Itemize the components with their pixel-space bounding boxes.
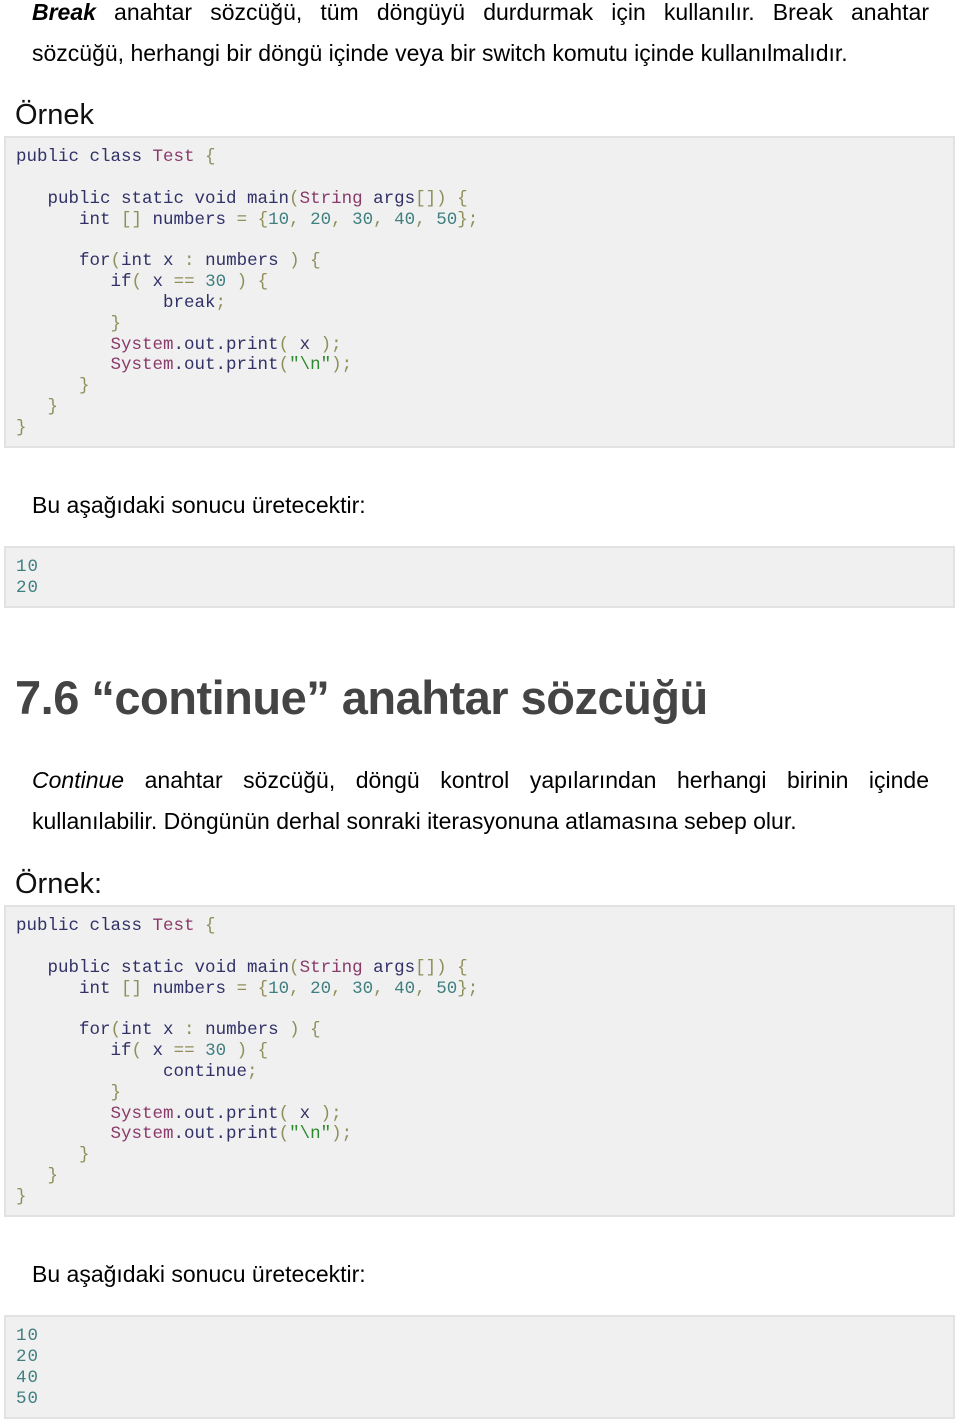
result-label-1: Bu aşağıdaki sonucu üretecektir: [32, 492, 366, 518]
output-line: 50 [16, 1389, 40, 1409]
code-listing: public class Test { public static void m… [16, 147, 479, 438]
continue-line-2: kullanılabilir. Döngünün derhal sonraki … [32, 808, 797, 834]
output-line: 20 [16, 578, 40, 598]
continue-keyword: Continue [32, 767, 125, 793]
output-block-break: 10 20 [4, 546, 955, 608]
section-heading: 7.6 “continue” anahtar sözcüğü [15, 671, 708, 724]
output-line: 40 [16, 1368, 40, 1388]
continue-paragraph: Continue anahtar sözcüğü, döngü kontrol … [32, 760, 929, 842]
intro-line-2: sözcüğü, herhangi bir döngü içinde veya … [32, 40, 848, 66]
code-listing: public class Test { public static void m… [16, 916, 479, 1207]
output-line: 10 [16, 1326, 40, 1346]
code-block-continue: public class Test { public static void m… [4, 905, 955, 1217]
intro-paragraph: Break anahtar sözcüğü, tüm döngüyü durdu… [32, 0, 929, 74]
output-line: 10 [16, 557, 40, 577]
intro-line-1: Break anahtar sözcüğü, tüm döngüyü durdu… [32, 0, 929, 25]
output-line: 20 [16, 1347, 40, 1367]
example-label: Örnek [15, 99, 94, 131]
example-label-2: Örnek: [15, 868, 103, 900]
continue-line-1: Continue anahtar sözcüğü, döngü kontrol … [32, 767, 929, 793]
output-block-continue: 10 20 40 50 [4, 1315, 955, 1419]
break-keyword: Break [32, 0, 96, 25]
result-label-2: Bu aşağıdaki sonucu üretecektir: [32, 1261, 366, 1287]
code-block-break: public class Test { public static void m… [4, 136, 955, 448]
